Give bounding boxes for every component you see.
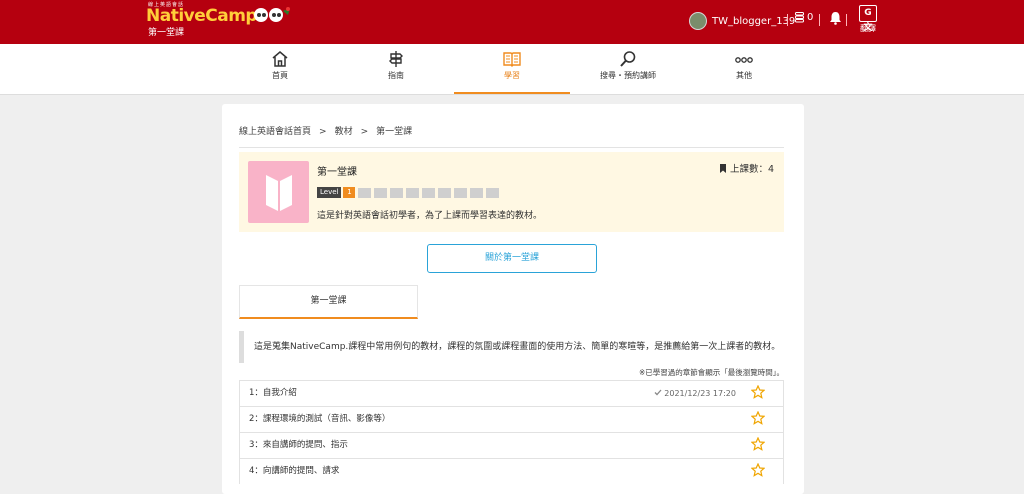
level-box — [422, 187, 436, 198]
translate-button[interactable]: G文 翻譯 — [856, 5, 880, 34]
about-course-button[interactable]: 關於第一堂課 — [427, 244, 597, 273]
list-item[interactable]: 3：來自講師的提問、指示 — [239, 432, 784, 458]
course-title: 第一堂課 — [317, 167, 357, 178]
level-box — [486, 187, 500, 198]
star-icon[interactable] — [751, 437, 765, 451]
main-nav: 首頁 指南 學習 搜尋・預約講師 其他 — [0, 44, 1024, 95]
nav-label: 首頁 — [272, 71, 288, 80]
user-menu[interactable]: TW_blogger_139 — [689, 12, 795, 30]
level-box — [454, 187, 468, 198]
course-cover — [248, 161, 309, 223]
course-summary: 第一堂課 上課數：4 Level 1 這是針對英語會話初學者，為了上課而學習表達… — [239, 152, 784, 232]
lesson-title[interactable]: 4：向講師的提問、請求 — [249, 466, 339, 476]
level-value: 1 — [343, 187, 356, 198]
mascot-icon — [254, 7, 290, 22]
lesson-title[interactable]: 3：來自講師的提問、指示 — [249, 440, 348, 450]
bookmark-icon — [719, 163, 726, 173]
nav-item-guide[interactable]: 指南 — [338, 44, 454, 92]
intro-text: 這是蒐集NativeCamp.課程中常用例句的教材，課程的氛圍或課程畫面的使用方… — [239, 331, 784, 363]
avatar[interactable] — [689, 12, 707, 30]
content-card: 線上英語會話首頁>教材>第一堂課 第一堂課 上課數：4 Level 1 — [222, 104, 804, 494]
top-bar: 線上英語會話 NativeCamp. 第一堂課 TW_blogger_139 0… — [0, 0, 1024, 44]
check-icon — [654, 389, 662, 396]
star-icon[interactable] — [751, 463, 765, 477]
last-viewed: 2021/12/23 17:20 — [654, 381, 736, 406]
coin-stack-icon — [795, 12, 804, 23]
logo-subtitle: 第一堂課 — [148, 28, 185, 38]
signpost-icon — [389, 51, 403, 67]
star-icon[interactable] — [751, 411, 765, 425]
nav-item-search-teacher[interactable]: 搜尋・預約講師 — [570, 44, 686, 92]
translate-label: 翻譯 — [860, 24, 876, 33]
level-box — [358, 187, 372, 198]
divider — [787, 14, 788, 26]
star-icon[interactable] — [751, 385, 765, 399]
home-icon — [272, 51, 288, 67]
coin-balance[interactable]: 0 — [795, 12, 813, 23]
nav-item-home[interactable]: 首頁 — [222, 44, 338, 92]
list-item[interactable]: 1：自我介紹 2021/12/23 17:20 — [239, 380, 784, 406]
nav-label: 學習 — [504, 71, 520, 80]
username[interactable]: TW_blogger_139 — [712, 16, 795, 27]
nav-item-study[interactable]: 學習 — [454, 44, 570, 94]
level-box — [470, 187, 484, 198]
last-viewed-date: 2021/12/23 17:20 — [664, 389, 736, 398]
lesson-title[interactable]: 1：自我介紹 — [249, 388, 297, 398]
tab-first-lesson[interactable]: 第一堂課 — [239, 285, 418, 319]
level-label: Level — [317, 187, 342, 198]
list-item[interactable]: 4：向講師的提問、請求 — [239, 458, 784, 484]
viewed-note: ※已學習過的章節會顯示「最後瀏覽時間」。 — [638, 368, 784, 377]
nav-label: 搜尋・預約講師 — [600, 71, 656, 80]
list-item[interactable]: 2：課程環境的測試（音訊、影像等） — [239, 406, 784, 432]
breadcrumb: 線上英語會話首頁 > 教材 > 第一堂課 — [239, 124, 784, 148]
lesson-title[interactable]: 2：課程環境的測試（音訊、影像等） — [249, 414, 390, 424]
nav-label: 指南 — [388, 71, 404, 80]
nav-label: 其他 — [736, 71, 752, 80]
level-box — [438, 187, 452, 198]
level-box — [374, 187, 388, 198]
breadcrumb-materials[interactable]: 教材 — [335, 127, 353, 137]
coin-count: 0 — [807, 12, 814, 23]
bell-icon[interactable] — [829, 11, 842, 25]
level-box — [390, 187, 404, 198]
divider — [819, 14, 820, 26]
divider — [846, 14, 847, 26]
nav-item-more[interactable]: 其他 — [686, 44, 802, 92]
translate-icon: G文 — [859, 5, 877, 33]
level-box — [406, 187, 420, 198]
open-book-icon — [266, 175, 292, 211]
lesson-count-label: 上課數：4 — [729, 164, 774, 175]
breadcrumb-home[interactable]: 線上英語會話首頁 — [239, 127, 311, 137]
breadcrumb-current: 第一堂課 — [376, 127, 413, 137]
level-indicator: Level 1 — [317, 187, 502, 198]
logo[interactable]: NativeCamp. — [146, 6, 264, 26]
lesson-list: 1：自我介紹 2021/12/23 17:20 2：課程環境的測試（音訊、影像等… — [239, 380, 784, 484]
book-icon — [503, 52, 521, 67]
course-description: 這是針對英語會話初學者，為了上課而學習表達的教材。 — [317, 211, 543, 221]
more-icon — [735, 57, 753, 63]
search-icon — [620, 51, 636, 67]
lesson-count: 上課數：4 — [719, 161, 774, 175]
